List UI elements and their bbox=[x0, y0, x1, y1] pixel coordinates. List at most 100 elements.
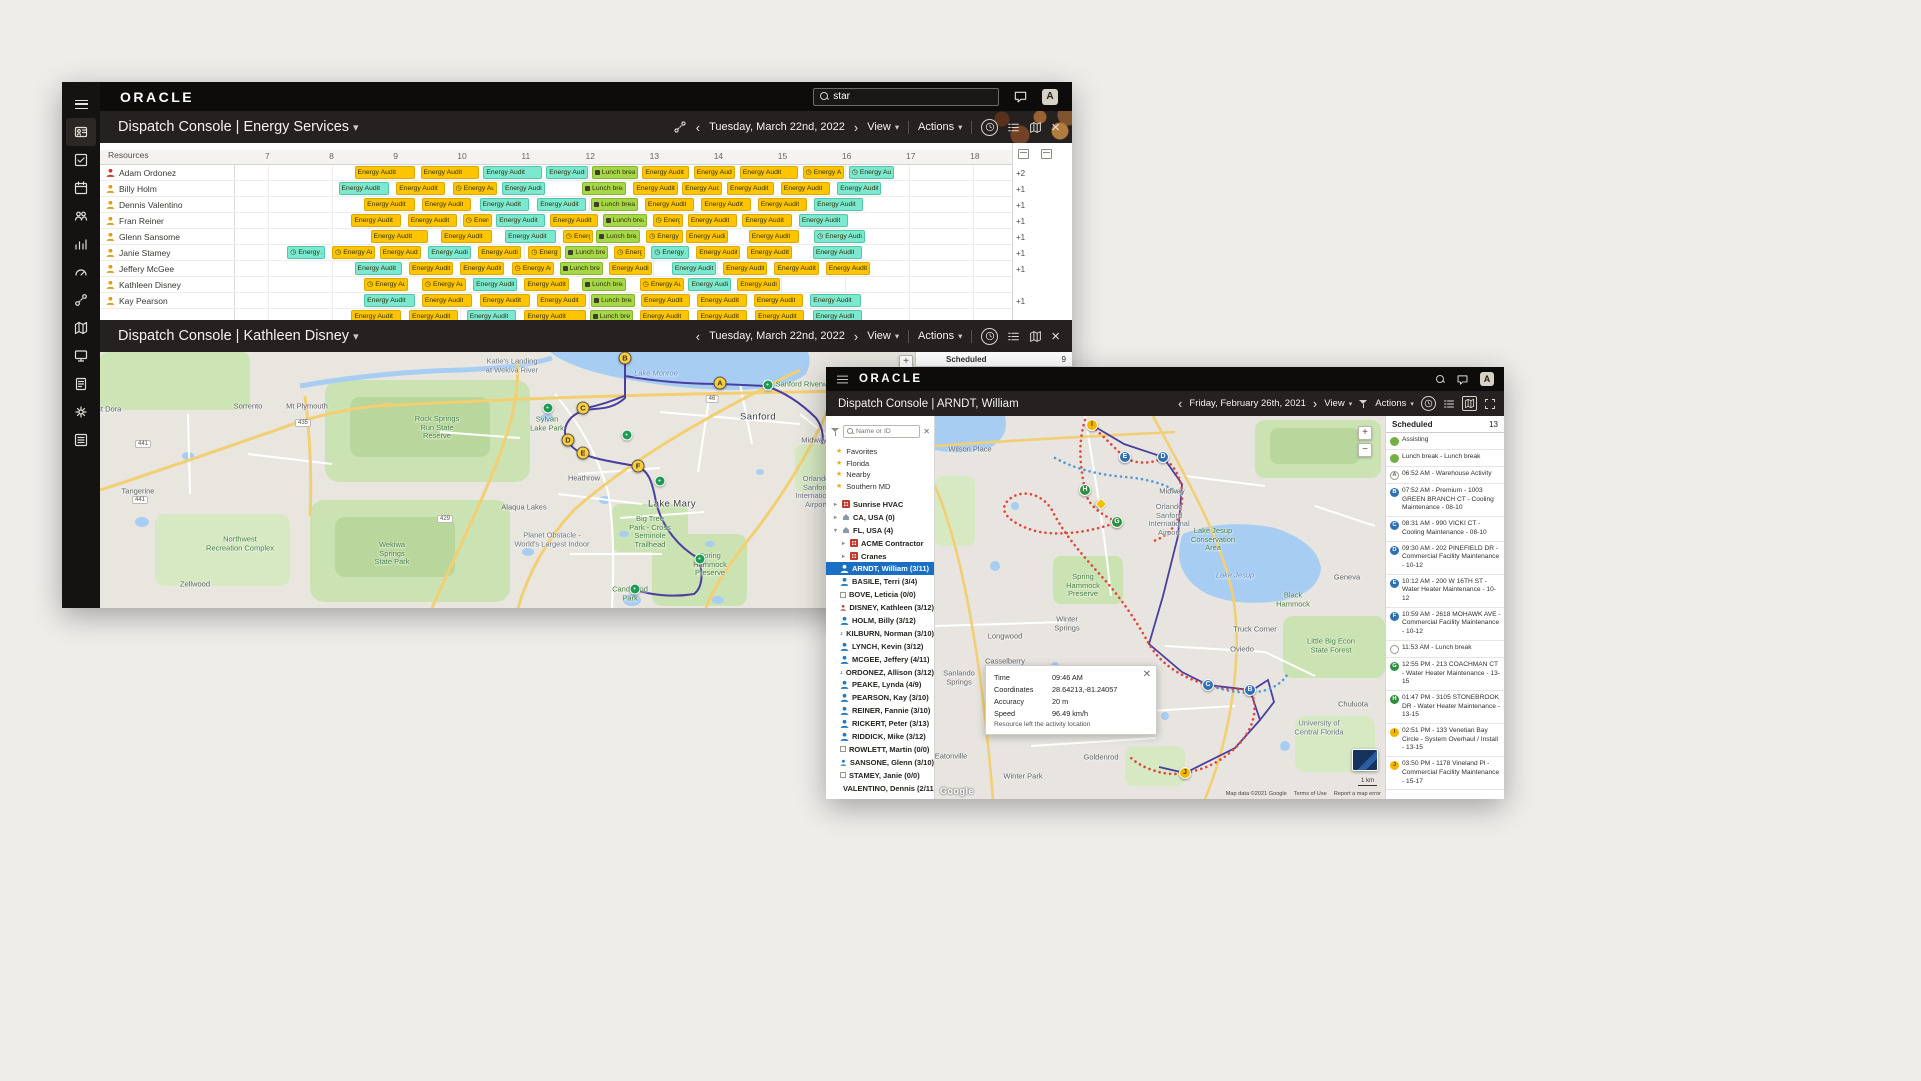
scheduled-item[interactable]: E10:12 AM - 200 W 16TH ST - Water Heater… bbox=[1386, 575, 1504, 608]
lunch-block[interactable]: Lunch break bbox=[565, 246, 608, 259]
activity-block[interactable]: Energy Audit bbox=[810, 294, 861, 307]
view-menu[interactable]: View bbox=[867, 330, 899, 342]
tree-item[interactable]: ▸Cranes bbox=[826, 550, 934, 563]
activity-block[interactable]: Energy Audit bbox=[428, 246, 471, 259]
page-title[interactable]: Dispatch Console | Energy Services bbox=[118, 119, 359, 135]
activity-block[interactable]: Energy Audit bbox=[640, 310, 689, 320]
favorite-item[interactable]: ★Nearby bbox=[826, 469, 934, 481]
sidebar-item-report[interactable] bbox=[66, 370, 96, 398]
activity-block[interactable]: Energy Audit bbox=[814, 198, 863, 211]
gantt-row[interactable]: Energy Audit Energy Audit Energy Audit Ener… bbox=[100, 197, 1072, 213]
activity-block[interactable]: ◷Energy Audit bbox=[646, 230, 682, 243]
activity-marker[interactable]: I bbox=[1086, 419, 1098, 431]
activity-block[interactable]: Energy Audit bbox=[351, 214, 400, 227]
tree-item[interactable]: BOVE, Leticia (0/0) bbox=[826, 588, 934, 601]
sidebar-item-list[interactable] bbox=[66, 426, 96, 454]
next-day-button[interactable] bbox=[854, 121, 858, 134]
lunch-block[interactable]: Lunch break bbox=[591, 198, 638, 211]
activity-block[interactable]: ◷Energy Audit bbox=[422, 278, 466, 291]
tree-item[interactable]: BASILE, Terri (3/4) bbox=[826, 575, 934, 588]
activity-block[interactable]: Energy Audit bbox=[672, 262, 716, 275]
tree-item[interactable]: PEAKE, Lynda (4/9) bbox=[826, 678, 934, 691]
list-view-icon[interactable] bbox=[1007, 121, 1020, 134]
filter-icon[interactable] bbox=[1359, 399, 1368, 408]
activity-block[interactable]: ◷Energy Audit bbox=[287, 246, 325, 259]
activity-block[interactable]: Energy Audit bbox=[813, 246, 862, 259]
activity-block[interactable]: Energy Audit bbox=[473, 278, 517, 291]
activity-block[interactable]: Energy Audit bbox=[396, 182, 445, 195]
zoom-in-button[interactable]: + bbox=[1358, 426, 1372, 440]
tree-item[interactable]: SANSONE, Glenn (3/10) bbox=[826, 756, 934, 769]
activity-block[interactable]: Energy Audit bbox=[409, 310, 458, 320]
sidebar-item-chart[interactable] bbox=[66, 230, 96, 258]
activity-marker[interactable]: D bbox=[1157, 451, 1169, 463]
zoom-out-button[interactable]: − bbox=[1358, 443, 1372, 457]
activity-block[interactable]: Energy Audit bbox=[755, 310, 804, 320]
sidebar-item-field-service[interactable] bbox=[66, 146, 96, 174]
resource-name[interactable]: Kay Pearson bbox=[100, 293, 235, 308]
activity-block[interactable]: Energy Audit bbox=[483, 166, 541, 179]
favorite-item[interactable]: ★Florida bbox=[826, 458, 934, 470]
activity-block[interactable]: ◷Energy Audit bbox=[614, 246, 645, 259]
activity-block[interactable]: Energy Audit bbox=[480, 198, 529, 211]
activity-block[interactable]: Energy Audit bbox=[688, 278, 731, 291]
activity-block[interactable]: Energy Audit bbox=[642, 166, 689, 179]
lunch-block[interactable]: Lunch break bbox=[603, 214, 647, 227]
activity-block[interactable]: Energy Audit bbox=[537, 198, 586, 211]
sidebar-item-team[interactable] bbox=[66, 202, 96, 230]
tree-item[interactable]: PEARSON, Kay (3/10) bbox=[826, 691, 934, 704]
activity-block[interactable]: ◷Energy Audit bbox=[814, 230, 865, 243]
scheduled-item[interactable]: I02:51 PM - 133 Venetian Bay Circle - Sy… bbox=[1386, 724, 1504, 757]
activity-block[interactable]: Energy Audit bbox=[799, 214, 848, 227]
activity-block[interactable]: ◷Energy Audit bbox=[563, 230, 593, 243]
activity-block[interactable]: Energy Audit bbox=[826, 262, 870, 275]
activity-block[interactable]: Energy Audit bbox=[441, 230, 492, 243]
activity-block[interactable]: Energy Audit bbox=[641, 294, 690, 307]
prev-day-button[interactable] bbox=[1178, 397, 1182, 410]
tree-item[interactable]: ROWLETT, Martin (0/0) bbox=[826, 743, 934, 756]
activity-block[interactable]: Energy Audit bbox=[774, 262, 818, 275]
activity-block[interactable]: Energy Audit bbox=[371, 230, 428, 243]
chat-button[interactable] bbox=[1013, 89, 1028, 104]
sidebar-item-monitor[interactable] bbox=[66, 342, 96, 370]
date-label[interactable]: Tuesday, March 22nd, 2022 bbox=[709, 121, 845, 133]
favorite-item[interactable]: ★Southern MD bbox=[826, 481, 934, 493]
route-map[interactable]: Wilson PlaceMidwayOrlando Sanford Intern… bbox=[935, 416, 1385, 799]
activity-block[interactable]: Energy Audit bbox=[609, 262, 652, 275]
calendar-grid-icon[interactable] bbox=[1041, 149, 1052, 159]
activity-block[interactable]: Energy Audit bbox=[351, 310, 400, 320]
activity-block[interactable]: Energy Audit bbox=[409, 262, 453, 275]
time-view-button[interactable] bbox=[1421, 396, 1436, 411]
activity-block[interactable]: Energy Audit bbox=[682, 182, 722, 195]
activity-marker[interactable]: J bbox=[1179, 767, 1191, 779]
scheduled-item[interactable]: 11:53 AM - Lunch break bbox=[1386, 641, 1504, 658]
activity-block[interactable]: Energy Audit bbox=[355, 166, 415, 179]
activity-block[interactable]: Energy Audit bbox=[339, 182, 390, 195]
gantt-row[interactable]: Energy AuditEnergy AuditEnergy AuditEner… bbox=[100, 293, 1072, 309]
tree-item[interactable]: ▸Sunrise HVAC bbox=[826, 498, 934, 511]
resource-name[interactable]: Glenn Sansome bbox=[100, 229, 235, 244]
tree-item[interactable]: STAMEY, Janie (0/0) bbox=[826, 769, 934, 782]
scheduled-item[interactable]: J03:50 PM - 1178 Vineland Pl - Commercia… bbox=[1386, 757, 1504, 790]
resource-name[interactable]: Janie Stamey bbox=[100, 245, 235, 260]
activity-block[interactable]: Energy Audit bbox=[408, 214, 457, 227]
time-view-button[interactable] bbox=[981, 119, 998, 136]
tree-item[interactable]: HOLM, Billy (3/12) bbox=[826, 614, 934, 627]
scheduled-item[interactable]: F10:59 AM - 2618 MOHAWK AVE - Commercial… bbox=[1386, 608, 1504, 641]
lunch-block[interactable]: Lunch break bbox=[591, 294, 635, 307]
tree-item[interactable]: MCGEE, Jeffery (4/11) bbox=[826, 653, 934, 666]
activity-block[interactable]: Energy Audit bbox=[496, 214, 545, 227]
close-tooltip-icon[interactable]: ✕ bbox=[1143, 669, 1151, 680]
tree-item[interactable]: REINER, Fannie (3/10) bbox=[826, 704, 934, 717]
activity-marker[interactable]: F bbox=[632, 460, 645, 473]
activity-block[interactable]: Energy Audit bbox=[421, 166, 479, 179]
sidebar-item-console[interactable] bbox=[66, 118, 96, 146]
resource-name[interactable]: Dennis Valentino bbox=[100, 197, 235, 212]
activity-marker[interactable]: G bbox=[1111, 516, 1123, 528]
gantt-row[interactable]: ◷Energy Audit ◷Energy Audit Energy Audit En… bbox=[100, 245, 1072, 261]
date-label[interactable]: Friday, February 26th, 2021 bbox=[1189, 398, 1306, 409]
activity-block[interactable]: ◷Energy Audit bbox=[849, 166, 894, 179]
activity-block[interactable]: Energy Audit bbox=[701, 198, 750, 211]
activity-marker[interactable]: B bbox=[1244, 684, 1256, 696]
tree-item[interactable]: KILBURN, Norman (3/10) bbox=[826, 627, 934, 640]
